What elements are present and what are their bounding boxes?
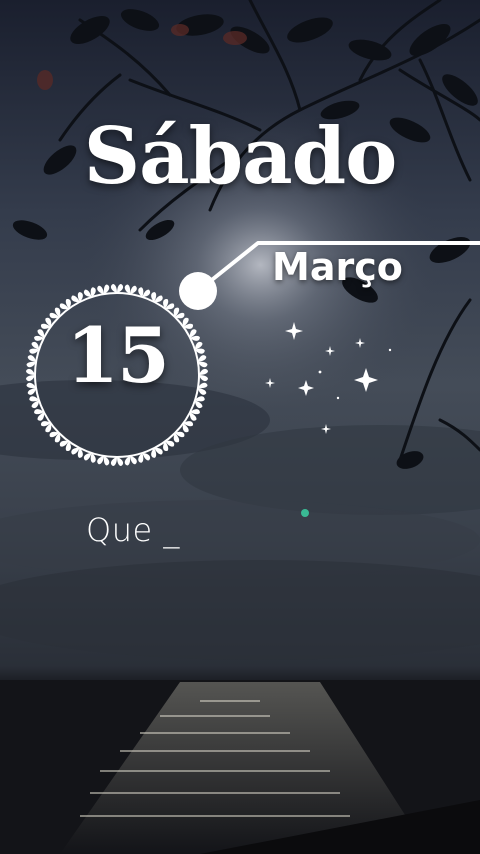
day-number: 15	[66, 311, 170, 400]
day-name-title: Sábado	[83, 111, 398, 202]
typed-caption-text[interactable]: Que _	[86, 514, 180, 546]
month-label: Março	[272, 245, 403, 289]
